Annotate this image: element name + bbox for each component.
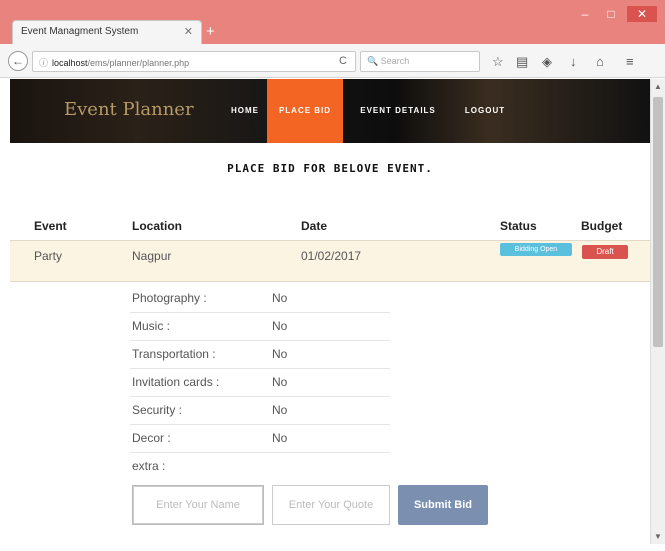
detail-value: No [272, 375, 288, 389]
detail-label: Invitation cards : [132, 375, 220, 389]
detail-label: Security : [132, 403, 183, 417]
detail-row-music: Music : No [130, 313, 390, 341]
header-location: Location [132, 219, 182, 233]
page-scrollbar[interactable]: ▲ ▼ [650, 79, 665, 544]
name-input[interactable] [132, 485, 264, 525]
site-header: Event Planner HOME PLACE BID EVENT DETAI… [10, 79, 650, 143]
cell-event: Party [34, 249, 63, 263]
detail-row-photography: Photography : No [130, 285, 390, 313]
tab-title: Event Managment System [21, 26, 139, 37]
submit-bid-button[interactable]: Submit Bid [398, 485, 488, 525]
cell-location: Nagpur [132, 249, 172, 263]
new-tab-button[interactable]: + [206, 23, 215, 40]
quote-input[interactable] [272, 485, 390, 525]
draft-button[interactable]: Draft [582, 245, 628, 259]
detail-value: No [272, 347, 288, 361]
detail-label: Photography : [132, 291, 207, 305]
download-icon[interactable]: ↓ [570, 54, 577, 69]
header-budget: Budget [581, 219, 623, 233]
reload-icon[interactable]: C [339, 55, 347, 67]
header-status: Status [500, 219, 537, 233]
tab-close-icon[interactable]: ✕ [184, 25, 193, 38]
detail-label: Music : [132, 319, 171, 333]
address-bar[interactable]: ⓘ localhost/ems/planner/planner.php C [32, 51, 356, 72]
header-date: Date [301, 219, 328, 233]
detail-row-extra: extra : [130, 453, 390, 481]
page-content: Event Planner HOME PLACE BID EVENT DETAI… [10, 79, 650, 544]
browser-search-input[interactable]: 🔍 Search [360, 51, 480, 72]
browser-navbar: ← ⓘ localhost/ems/planner/planner.php C 🔍… [0, 44, 665, 78]
library-icon[interactable]: ▤ [516, 54, 528, 70]
nav-event-details[interactable]: EVENT DETAILS [348, 79, 448, 143]
detail-value: No [272, 431, 288, 445]
menu-icon[interactable]: ≡ [626, 54, 634, 69]
info-icon[interactable]: ⓘ [39, 58, 48, 68]
scroll-thumb[interactable] [653, 97, 663, 347]
detail-label: Decor : [132, 431, 171, 445]
scroll-down-icon[interactable]: ▼ [654, 532, 662, 541]
detail-label: Transportation : [132, 347, 216, 361]
star-icon[interactable]: ☆ [492, 54, 504, 70]
pocket-icon[interactable]: ◈ [542, 54, 552, 70]
home-icon[interactable]: ⌂ [596, 54, 604, 69]
maximize-icon[interactable]: □ [601, 6, 621, 22]
detail-row-invitation-cards: Invitation cards : No [130, 369, 390, 397]
window-close-icon[interactable]: ✕ [627, 6, 657, 22]
detail-label: extra : [132, 459, 166, 473]
back-button[interactable]: ← [8, 51, 28, 71]
arrow-left-icon: ← [12, 54, 24, 68]
nav-logout[interactable]: LOGOUT [452, 79, 518, 143]
browser-tab[interactable]: Event Managment System ✕ [12, 20, 202, 44]
detail-value: No [272, 403, 288, 417]
minimize-icon[interactable]: – [575, 6, 595, 22]
url-host: localhost [52, 58, 88, 68]
nav-place-bid[interactable]: PLACE BID [267, 79, 343, 143]
url-path: /ems/planner/planner.php [87, 58, 190, 68]
detail-row-security: Security : No [130, 397, 390, 425]
browser-titlebar: Event Managment System ✕ + – □ ✕ [0, 0, 665, 44]
status-badge: Bidding Open [500, 243, 572, 256]
detail-row-decor: Decor : No [130, 425, 390, 453]
detail-value: No [272, 291, 288, 305]
page-title: PLACE BID FOR BELOVE EVENT. [227, 162, 433, 175]
scroll-up-icon[interactable]: ▲ [654, 82, 662, 91]
cell-date: 01/02/2017 [301, 249, 362, 263]
header-event: Event [34, 219, 67, 233]
detail-row-transportation: Transportation : No [130, 341, 390, 369]
detail-value: No [272, 319, 288, 333]
brand-logo[interactable]: Event Planner [64, 99, 194, 120]
